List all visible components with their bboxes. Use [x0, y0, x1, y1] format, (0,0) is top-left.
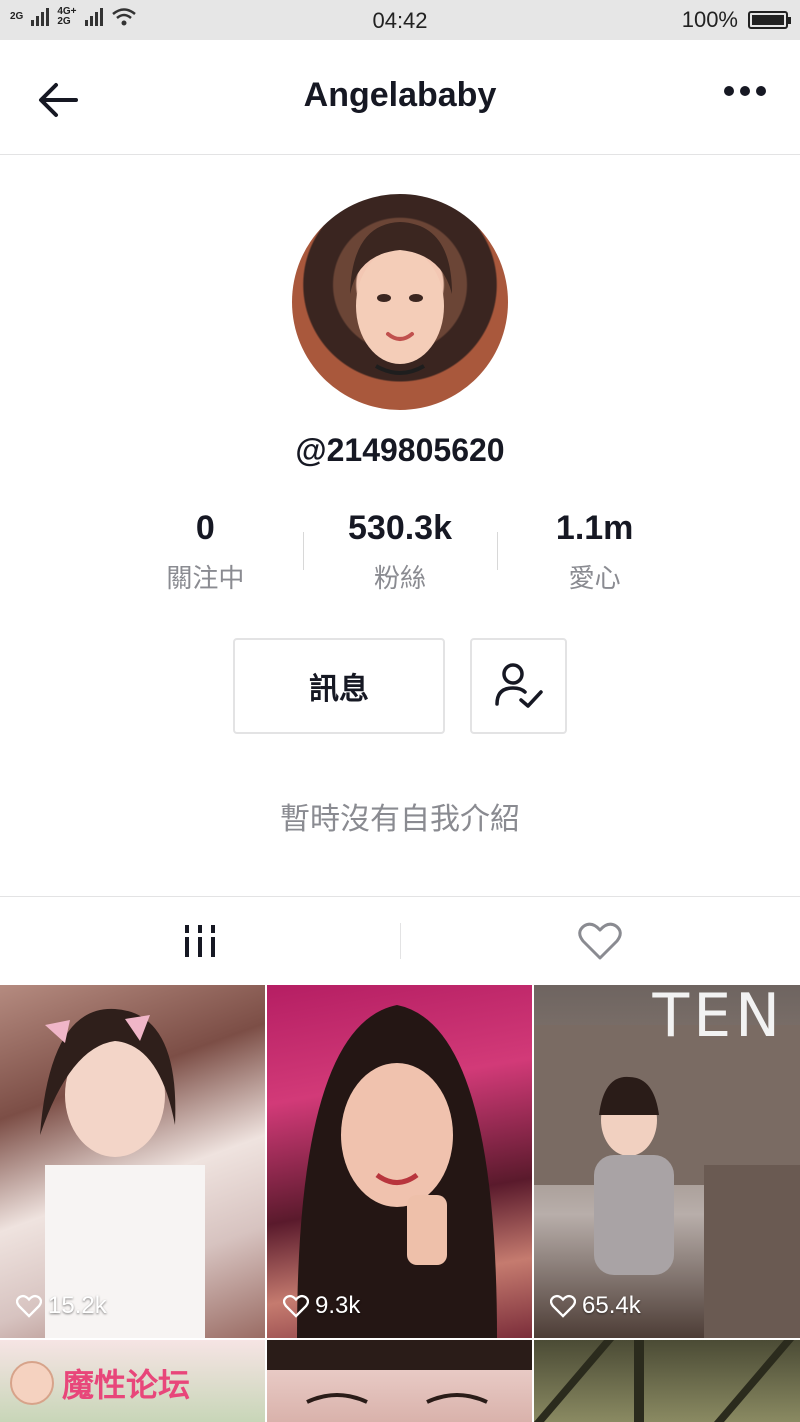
like-count-text: 65.4k — [582, 1292, 641, 1319]
content-tabs — [0, 896, 800, 985]
video-thumbnail[interactable]: 魔性论坛 — [0, 1340, 265, 1422]
profile-stats: 0 關注中 530.3k 粉絲 1.1m 愛心 — [108, 506, 692, 596]
like-count: 9.3k — [283, 1292, 360, 1320]
video-thumbnail-art — [534, 1340, 794, 1422]
stat-followers-value: 530.3k — [348, 509, 452, 547]
stat-likes[interactable]: 1.1m 愛心 — [497, 506, 692, 596]
watermark: 魔性论坛 — [10, 1360, 190, 1406]
stat-likes-value: 1.1m — [555, 509, 634, 547]
stat-likes-label: 愛心 — [568, 563, 621, 593]
watermark-text: 魔性论坛 — [62, 1367, 191, 1403]
more-dots-icon[interactable] — [724, 86, 766, 96]
battery-area: 100% — [681, 7, 791, 33]
video-thumbnail[interactable]: 9.3k — [267, 985, 532, 1338]
status-time: 04:42 — [372, 8, 428, 33]
avatar[interactable] — [292, 194, 508, 410]
page-title: Angelababy — [303, 76, 497, 114]
grid-bars-icon — [185, 925, 215, 957]
video-thumbnail-art — [267, 1340, 532, 1404]
battery-fill — [752, 15, 784, 25]
video-thumbnail[interactable]: TEN 65.4k — [534, 985, 800, 1338]
stat-following[interactable]: 0 關注中 — [108, 506, 303, 596]
message-button[interactable]: 訊息 — [233, 638, 445, 734]
video-overlay-text: TEN — [652, 985, 784, 1051]
stat-followers[interactable]: 530.3k 粉絲 — [302, 506, 498, 596]
top-nav: Angelababy — [0, 40, 800, 155]
user-check-icon — [494, 663, 543, 708]
video-thumbnail[interactable] — [534, 1340, 800, 1422]
bio-text: 暫時沒有自我介紹 — [280, 803, 520, 836]
like-count-text: 15.2k — [48, 1292, 107, 1319]
video-grid: 15.2k 9.3k TEN 65.4k 魔性论坛 — [0, 985, 800, 1422]
battery-icon — [748, 11, 791, 29]
tab-videos[interactable] — [0, 897, 400, 985]
like-count-text: 9.3k — [315, 1292, 361, 1319]
avatar-portrait — [350, 222, 452, 375]
followed-button[interactable] — [470, 638, 567, 734]
watermark-logo-icon — [10, 1361, 54, 1405]
profile-handle: @2149805620 — [295, 432, 505, 468]
like-count: 65.4k — [550, 1292, 641, 1320]
video-thumbnail-art — [297, 1005, 497, 1338]
heart-outline-icon — [283, 1294, 309, 1318]
heart-outline-icon — [578, 922, 622, 960]
stat-following-label: 關注中 — [166, 563, 245, 593]
battery-percent: 100% — [681, 7, 738, 32]
video-thumbnail-art — [40, 1008, 205, 1338]
heart-outline-icon — [16, 1294, 42, 1318]
stat-followers-label: 粉絲 — [374, 563, 427, 593]
stat-following-value: 0 — [195, 509, 215, 547]
tab-liked[interactable] — [400, 897, 800, 985]
video-thumbnail[interactable] — [267, 1340, 532, 1422]
video-thumbnail[interactable]: 15.2k — [0, 985, 265, 1338]
like-count: 15.2k — [16, 1292, 107, 1320]
status-bar: 2G 4G+ 2G 04:42 100% — [0, 0, 800, 40]
heart-outline-icon — [550, 1294, 576, 1318]
